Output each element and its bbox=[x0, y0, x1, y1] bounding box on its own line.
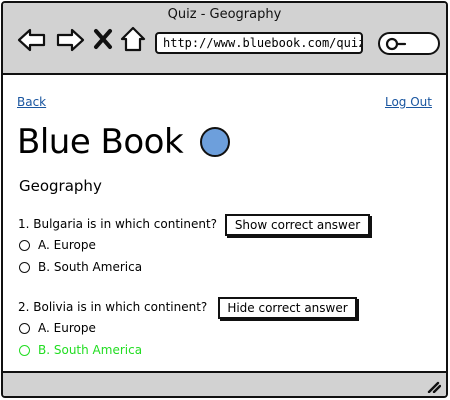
page-content: Back Log Out Blue Book Geography 1. Bulg… bbox=[3, 75, 446, 375]
question-1-option-a[interactable]: A. Europe bbox=[19, 238, 96, 252]
window-title: Quiz - Geography bbox=[167, 7, 282, 22]
back-arrow-icon[interactable] bbox=[17, 27, 47, 53]
radio-icon[interactable] bbox=[19, 322, 30, 334]
browser-toolbar: Quiz - Geography http://www.bluebook.com… bbox=[3, 3, 446, 75]
status-bar bbox=[3, 371, 446, 396]
radio-icon[interactable] bbox=[19, 261, 30, 273]
search-icon bbox=[385, 37, 407, 51]
browser-window: Quiz - Geography http://www.bluebook.com… bbox=[1, 1, 448, 398]
brand-logo-circle bbox=[200, 127, 230, 157]
question-2-option-b-correct[interactable]: B. South America bbox=[19, 343, 142, 357]
resize-grip-icon[interactable] bbox=[425, 379, 441, 393]
search-field[interactable] bbox=[378, 32, 440, 55]
home-icon[interactable] bbox=[120, 26, 146, 52]
option-label: B. South America bbox=[38, 343, 143, 357]
show-correct-answer-button[interactable]: Show correct answer bbox=[225, 214, 370, 236]
back-link[interactable]: Back bbox=[17, 95, 46, 109]
hide-correct-answer-button[interactable]: Hide correct answer bbox=[218, 297, 357, 319]
logout-link[interactable]: Log Out bbox=[385, 95, 432, 109]
forward-arrow-icon[interactable] bbox=[55, 27, 85, 53]
close-x-icon[interactable] bbox=[93, 28, 113, 50]
question-2-text: 2. Bolivia is in which continent? bbox=[18, 300, 208, 314]
radio-icon[interactable] bbox=[19, 239, 30, 251]
question-1-option-b[interactable]: B. South America bbox=[19, 260, 142, 274]
page-heading: Geography bbox=[19, 177, 102, 195]
option-label: A. Europe bbox=[38, 321, 96, 335]
address-bar[interactable]: http://www.bluebook.com/quiz-1 bbox=[155, 32, 363, 54]
radio-icon[interactable] bbox=[19, 344, 30, 356]
brand-title: Blue Book bbox=[17, 122, 184, 162]
option-label: B. South America bbox=[38, 260, 143, 274]
question-2-option-a[interactable]: A. Europe bbox=[19, 321, 96, 335]
question-1-text: 1. Bulgaria is in which continent? bbox=[18, 217, 218, 231]
option-label: A. Europe bbox=[38, 238, 96, 252]
